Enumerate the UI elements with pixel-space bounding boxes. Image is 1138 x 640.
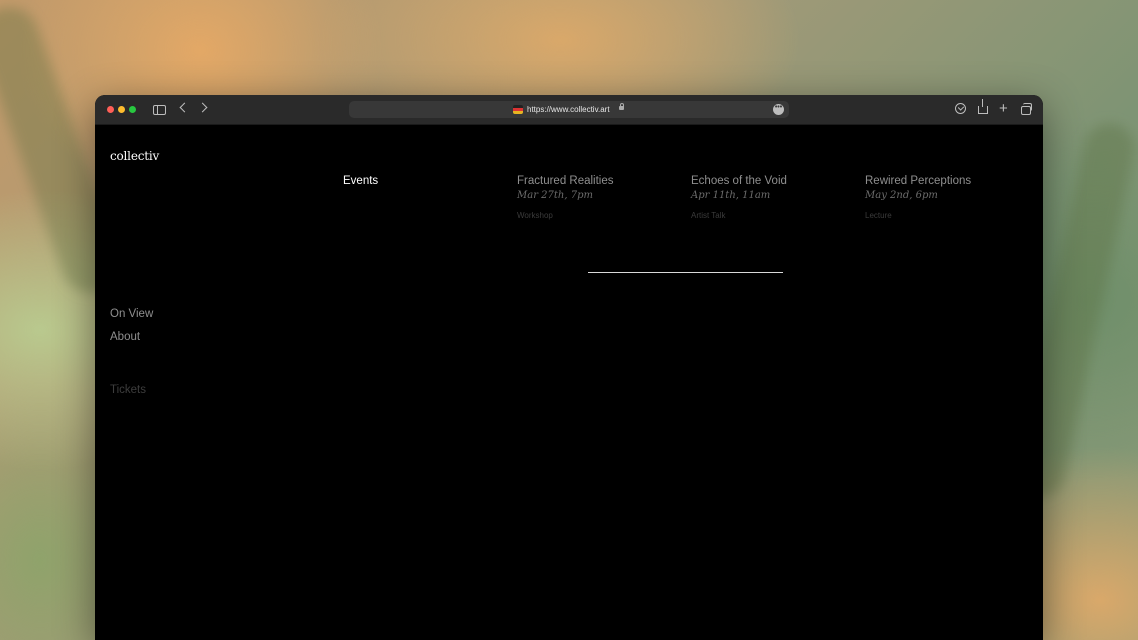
event-type: Artist Talk [691,211,726,220]
back-icon[interactable] [179,102,190,113]
browser-window: https://www.collectiv.art ••• + collecti… [95,95,1043,640]
event-type: Workshop [517,211,553,220]
download-icon[interactable] [955,103,966,114]
event-date: Mar 27th, 7pm [517,190,593,201]
event-card[interactable]: Fractured Realities Mar 27th, 7pm Worksh… [517,175,677,220]
lock-icon [619,103,624,110]
event-card[interactable]: Rewired Perceptions May 2nd, 6pm Lecture [865,175,1025,220]
nav-on-view[interactable]: On View [110,308,153,320]
share-icon[interactable] [978,99,988,114]
divider-line [588,272,783,273]
minimize-window-button[interactable] [118,106,125,113]
browser-toolbar: https://www.collectiv.art ••• + [95,95,1043,125]
new-tab-icon[interactable]: + [999,101,1010,116]
event-title: Fractured Realities [517,175,614,187]
url-text: https://www.collectiv.art [527,105,610,114]
event-title: Rewired Perceptions [865,175,972,187]
event-title: Echoes of the Void [691,175,787,187]
nav-about[interactable]: About [110,331,140,343]
site-logo[interactable]: collectiv [110,149,159,163]
more-options-icon[interactable]: ••• [773,104,784,115]
tab-overview-icon[interactable] [1021,103,1032,115]
event-type: Lecture [865,211,892,220]
event-date: Apr 11th, 11am [691,190,771,201]
event-card[interactable]: Echoes of the Void Apr 11th, 11am Artist… [691,175,851,220]
sidebar-toggle-icon[interactable] [153,105,166,115]
web-page: collectiv On View About Tickets Events F… [95,125,1043,640]
nav-tickets[interactable]: Tickets [110,384,146,396]
forward-icon[interactable] [197,102,208,113]
address-bar[interactable]: https://www.collectiv.art ••• [349,101,789,118]
section-title: Events [343,175,379,187]
close-window-button[interactable] [107,106,114,113]
favicon-icon [513,105,523,114]
zoom-window-button[interactable] [129,106,136,113]
event-date: May 2nd, 6pm [865,190,938,201]
